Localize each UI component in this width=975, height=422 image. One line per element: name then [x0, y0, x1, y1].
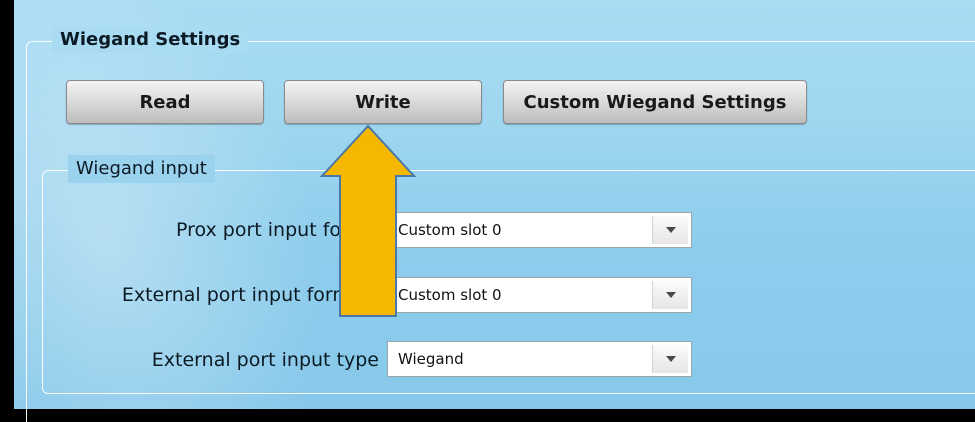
external-port-format-dropdown-button[interactable] [652, 281, 688, 309]
external-port-input-type-value: Wiegand [398, 350, 464, 368]
external-port-type-dropdown-button[interactable] [652, 345, 688, 373]
write-button[interactable]: Write [284, 80, 482, 124]
chevron-down-icon [665, 227, 676, 233]
external-port-input-type-select[interactable]: Wiegand [387, 341, 692, 377]
chevron-down-icon [665, 356, 676, 362]
prox-port-dropdown-button[interactable] [652, 216, 688, 244]
wiegand-settings-title: Wiegand Settings [52, 27, 249, 53]
prox-port-input-format-select[interactable]: Custom slot 0 [387, 212, 692, 248]
custom-wiegand-settings-button[interactable]: Custom Wiegand Settings [503, 80, 807, 124]
external-port-input-format-select[interactable]: Custom slot 0 [387, 277, 692, 313]
external-port-input-type-label: External port input type [151, 349, 379, 371]
up-arrow-icon [319, 124, 417, 317]
wiegand-input-title: Wiegand input [68, 155, 215, 183]
read-button[interactable]: Read [66, 80, 264, 124]
chevron-down-icon [665, 292, 676, 298]
